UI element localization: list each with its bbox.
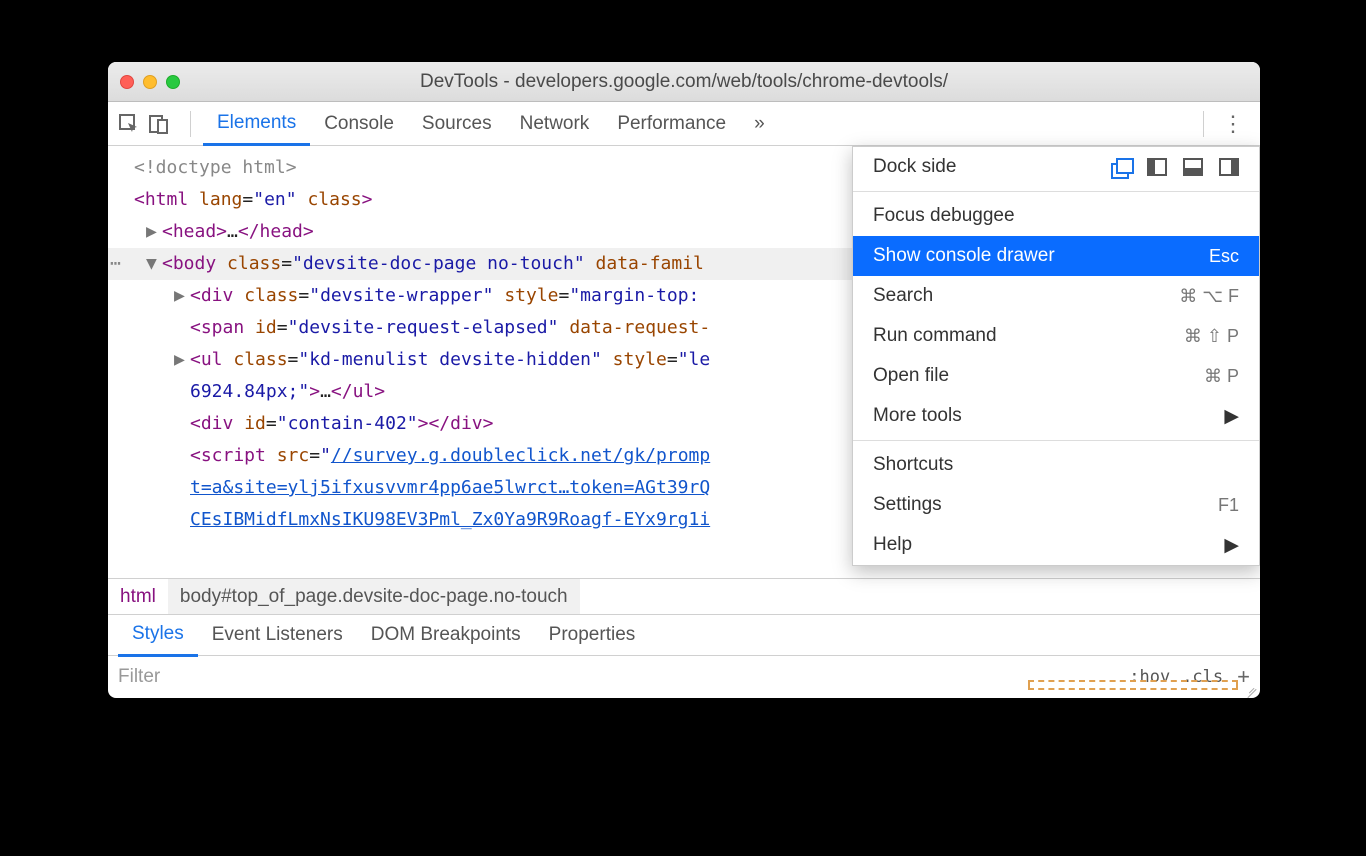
styles-filter-input[interactable]	[118, 666, 1123, 688]
tab-network[interactable]: Network	[506, 102, 604, 146]
resize-corner-icon	[1244, 682, 1258, 696]
shortcut-label: ⌘ ⇧ P	[1184, 326, 1239, 347]
styles-filter-row: :hov .cls +	[108, 656, 1260, 698]
zoom-window-button[interactable]	[166, 75, 180, 89]
close-window-button[interactable]	[120, 75, 134, 89]
subtab-styles[interactable]: Styles	[118, 615, 198, 657]
tab-elements[interactable]: Elements	[203, 102, 310, 146]
menu-dock-side-label: Dock side	[873, 156, 956, 178]
tabs-overflow[interactable]: »	[740, 102, 779, 146]
shortcut-label: Esc	[1209, 246, 1239, 267]
menu-settings[interactable]: Settings F1	[853, 485, 1259, 525]
dock-bottom-icon[interactable]	[1183, 158, 1203, 176]
tab-console[interactable]: Console	[310, 102, 408, 146]
crumb-body[interactable]: body#top_of_page.devsite-doc-page.no-tou…	[168, 579, 580, 614]
toolbar-separator	[1203, 111, 1204, 137]
dock-left-icon[interactable]	[1147, 158, 1167, 176]
tab-performance[interactable]: Performance	[603, 102, 740, 146]
highlight-indicator	[1028, 680, 1238, 690]
titlebar: DevTools - developers.google.com/web/too…	[108, 62, 1260, 102]
styles-tabstrip: Styles Event Listeners DOM Breakpoints P…	[108, 614, 1260, 656]
dock-undock-icon[interactable]	[1111, 158, 1131, 176]
menu-separator	[853, 191, 1259, 192]
toolbar-separator	[190, 111, 191, 137]
main-menu-dropdown: Dock side Focus debuggee Show console dr…	[852, 146, 1260, 566]
devtools-window: DevTools - developers.google.com/web/too…	[108, 62, 1260, 698]
submenu-arrow-icon: ▶	[1224, 405, 1239, 428]
menu-show-console-drawer[interactable]: Show console drawer Esc	[853, 236, 1259, 276]
shortcut-label: F1	[1218, 495, 1239, 516]
menu-run-command[interactable]: Run command ⌘ ⇧ P	[853, 316, 1259, 356]
menu-search[interactable]: Search ⌘ ⌥ F	[853, 276, 1259, 316]
inspect-element-icon[interactable]	[118, 113, 140, 135]
menu-help[interactable]: Help ▶	[853, 525, 1259, 565]
dock-right-icon[interactable]	[1219, 158, 1239, 176]
main-menu-button[interactable]: ⋮	[1216, 111, 1250, 137]
device-toolbar-icon[interactable]	[148, 113, 170, 135]
window-title: DevTools - developers.google.com/web/too…	[108, 71, 1260, 93]
menu-focus-debuggee[interactable]: Focus debuggee	[853, 196, 1259, 236]
shortcut-label: ⌘ ⌥ F	[1179, 286, 1239, 307]
tab-sources[interactable]: Sources	[408, 102, 506, 146]
menu-more-tools[interactable]: More tools ▶	[853, 396, 1259, 436]
breadcrumb-bar: html body#top_of_page.devsite-doc-page.n…	[108, 578, 1260, 614]
subtab-properties[interactable]: Properties	[535, 614, 650, 656]
traffic-lights	[120, 75, 180, 89]
minimize-window-button[interactable]	[143, 75, 157, 89]
menu-separator	[853, 440, 1259, 441]
crumb-html[interactable]: html	[108, 579, 168, 614]
shortcut-label: ⌘ P	[1204, 366, 1239, 387]
menu-open-file[interactable]: Open file ⌘ P	[853, 356, 1259, 396]
dock-options	[1111, 158, 1239, 176]
submenu-arrow-icon: ▶	[1224, 534, 1239, 557]
subtab-dom-breakpoints[interactable]: DOM Breakpoints	[357, 614, 535, 656]
menu-shortcuts[interactable]: Shortcuts	[853, 445, 1259, 485]
menu-dock-side: Dock side	[853, 147, 1259, 187]
subtab-event-listeners[interactable]: Event Listeners	[198, 614, 357, 656]
main-toolbar: Elements Console Sources Network Perform…	[108, 102, 1260, 146]
